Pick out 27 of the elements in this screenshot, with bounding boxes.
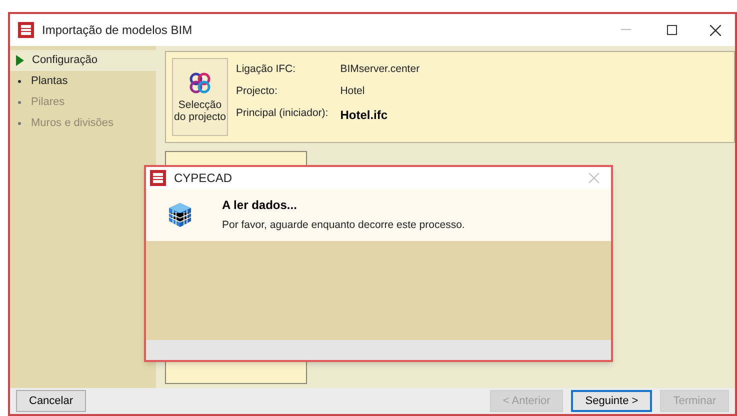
sidebar-item[interactable]: Plantas [10,71,156,92]
dialog-heading: A ler dados... [222,197,298,214]
dialog-message: Por favor, aguarde enquanto decorre este processo. [222,218,465,234]
bullet-icon [18,80,21,83]
field-label: Ligação IFC: [236,62,297,77]
dialog-button[interactable]: Seguinte > [571,390,652,412]
app-logo-icon [150,170,166,186]
field-value: BIMserver.center [340,62,420,77]
bullet-icon [18,101,21,104]
dialog-button[interactable]: Cancelar [16,390,86,412]
field-value: Hotel [340,84,366,99]
minimize-icon [621,29,631,31]
field-label: Principal (iniciador): [236,106,328,120]
close-icon [710,24,720,36]
field-label: Projecto: [236,84,278,99]
project-select-button[interactable]: Selecção do projecto [172,58,228,136]
window-title: Importação de modelos BIM [42,22,192,39]
rings-icon [188,71,212,95]
maximize-icon [667,25,677,35]
field-value: Hotel.ifc [340,106,389,124]
arrow-icon [16,55,24,66]
close-icon [589,173,599,183]
app-logo-icon [18,22,34,38]
sidebar-item[interactable]: Configuração [10,50,156,71]
cubes-icon [168,202,192,228]
bullet-icon [18,122,21,125]
dialog-title: CYPECAD [174,170,232,187]
